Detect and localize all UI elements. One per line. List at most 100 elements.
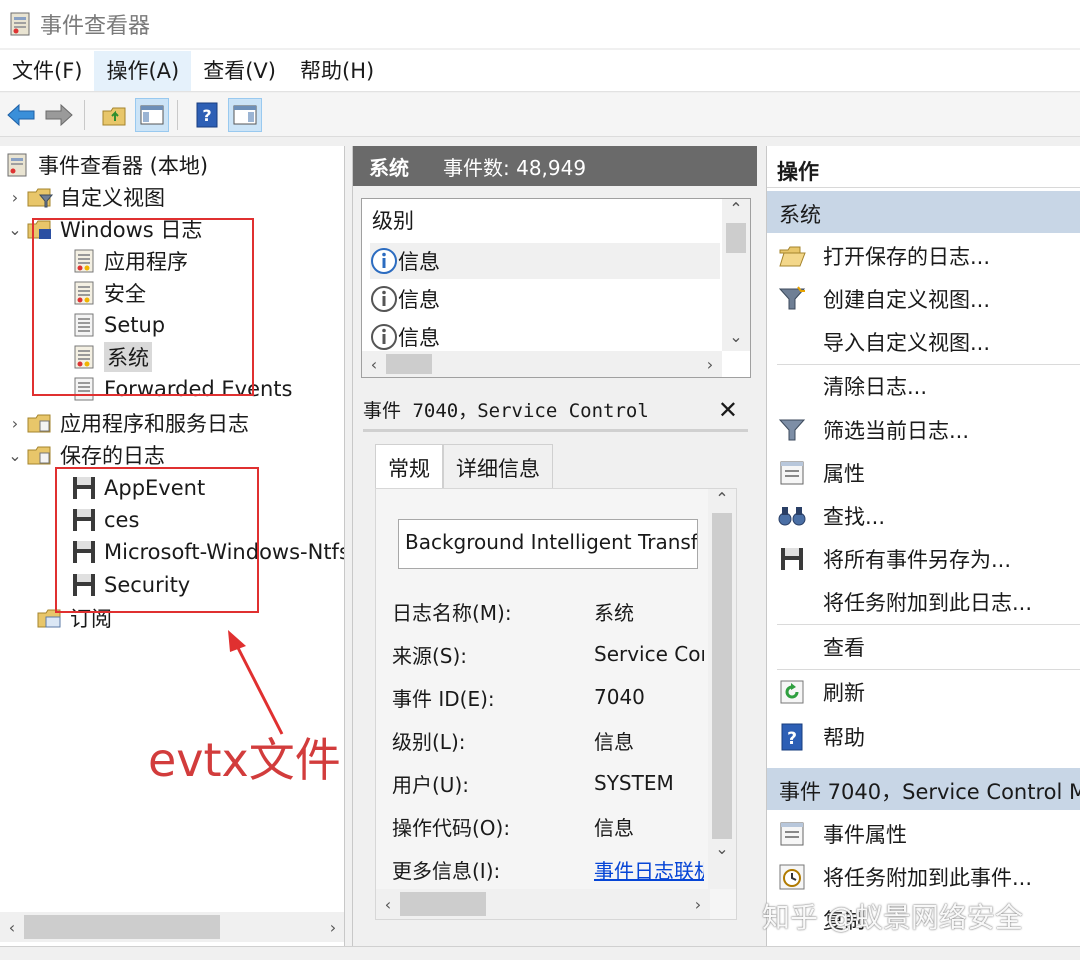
action-create-custom-view[interactable]: 创建自定义视图...: [777, 279, 1080, 319]
log-header: 系统 事件数: 48,949: [353, 146, 757, 186]
action-save-all-events[interactable]: 将所有事件另存为...: [777, 539, 1080, 579]
event-list-vertical-scrollbar[interactable]: ⌃ ⌄: [722, 199, 750, 351]
folder-up-icon: [102, 107, 126, 125]
action-event-properties[interactable]: 事件属性: [777, 814, 1080, 854]
menu-action[interactable]: 操作(A): [94, 50, 192, 91]
scroll-down-icon[interactable]: ⌄: [722, 327, 750, 351]
action-separator: [777, 669, 1080, 670]
close-icon[interactable]: ✕: [718, 396, 738, 424]
event-level: 信息: [398, 288, 440, 312]
actions-section-system[interactable]: 系统: [767, 191, 1080, 233]
tree-horizontal-scrollbar[interactable]: ‹ ›: [0, 912, 344, 942]
log-name: 系统: [369, 155, 409, 180]
event-viewer-app-icon: [10, 12, 30, 36]
event-row[interactable]: 信息: [370, 243, 720, 279]
scroll-right-icon[interactable]: ›: [698, 355, 722, 374]
menu-view[interactable]: 查看(V): [191, 51, 288, 91]
scroll-right-icon[interactable]: ›: [686, 895, 710, 914]
event-count: 事件数: 48,949: [443, 155, 587, 180]
actions-pane: 操作 系统 打开保存的日志... 创建自定义视图... 导入自定义视图... 清…: [766, 146, 1080, 946]
field-source: 来源(S): Service Control Manager: [392, 642, 704, 668]
tree-item-app-service-logs[interactable]: › 应用程序和服务日志: [4, 407, 249, 439]
properties-icon: [780, 461, 804, 485]
scrollbar-thumb[interactable]: [24, 915, 220, 939]
folder-filter-icon: [27, 188, 54, 208]
tree-item-custom-views[interactable]: › 自定义视图: [4, 181, 165, 213]
log-view-pane: 系统 事件数: 48,949 级别 信息 信息 信息 ⌃ ⌄ ‹ › 事件 70…: [352, 146, 757, 946]
console-tree-icon: [140, 105, 164, 124]
help-button[interactable]: ?: [190, 98, 224, 132]
show-hide-action-pane-button[interactable]: [228, 97, 262, 132]
online-help-link[interactable]: 事件日志联机帮助: [594, 855, 704, 884]
event-row[interactable]: 信息: [370, 319, 720, 355]
toolbar-separator: [177, 99, 178, 130]
forward-arrow-icon: [45, 103, 73, 126]
up-level-button[interactable]: [97, 98, 131, 132]
forward-button[interactable]: [42, 98, 76, 132]
scroll-up-icon[interactable]: ⌃: [722, 199, 750, 223]
refresh-icon: [780, 680, 804, 704]
event-level: 信息: [398, 326, 440, 350]
tab-general[interactable]: 常规: [375, 444, 443, 490]
scroll-right-icon[interactable]: ›: [321, 918, 344, 937]
back-button[interactable]: [4, 98, 38, 132]
scrollbar-thumb[interactable]: [386, 354, 432, 374]
event-row[interactable]: 信息: [370, 281, 720, 317]
action-import-custom-view[interactable]: 导入自定义视图...: [777, 322, 1080, 362]
annotation-box-windows-logs: [32, 218, 254, 396]
event-list: 级别 信息 信息 信息 ⌃ ⌄ ‹ ›: [361, 198, 751, 378]
event-detail-title: 事件 7040，Service Control: [363, 400, 649, 422]
tree-label: 保存的日志: [60, 444, 165, 468]
chevron-down-icon[interactable]: ⌄: [4, 446, 26, 465]
action-separator: [777, 364, 1080, 365]
event-list-horizontal-scrollbar[interactable]: ‹ ›: [362, 351, 722, 377]
chevron-down-icon[interactable]: ⌄: [4, 220, 26, 239]
tree-label: 事件查看器 (本地): [38, 154, 209, 178]
event-description[interactable]: Background Intelligent Transfer: [398, 519, 698, 569]
action-properties[interactable]: 属性: [777, 453, 1080, 493]
scrollbar-thumb[interactable]: [712, 513, 732, 839]
actions-title: 操作: [767, 150, 1080, 188]
info-icon: [371, 286, 397, 312]
tree-label: 应用程序和服务日志: [60, 412, 249, 436]
menu-file[interactable]: 文件(F): [0, 51, 94, 91]
scroll-up-icon[interactable]: ⌃: [708, 489, 736, 513]
action-attach-task-to-event[interactable]: 将任务附加到此事件...: [777, 857, 1080, 897]
action-clear-log[interactable]: 清除日志...: [777, 366, 1080, 406]
scroll-left-icon[interactable]: ‹: [0, 918, 24, 937]
scrollbar-thumb[interactable]: [726, 223, 746, 253]
action-find[interactable]: 查找...: [777, 496, 1080, 536]
properties-icon: [780, 822, 804, 846]
chevron-right-icon[interactable]: ›: [4, 414, 26, 433]
tree-item-root[interactable]: 事件查看器 (本地): [4, 149, 208, 181]
chevron-right-icon[interactable]: ›: [4, 188, 26, 207]
detail-tabs: 常规 详细信息: [375, 444, 553, 490]
actions-section-event[interactable]: 事件 7040，Service Control Manager: [767, 768, 1080, 810]
menu-help[interactable]: 帮助(H): [288, 51, 386, 91]
scrollbar-thumb[interactable]: [400, 892, 486, 916]
action-filter-current-log[interactable]: 筛选当前日志...: [777, 410, 1080, 450]
filter-create-icon: [778, 286, 806, 310]
scroll-left-icon[interactable]: ‹: [362, 355, 386, 374]
status-bar: [0, 946, 1080, 960]
show-hide-tree-button[interactable]: [135, 97, 169, 132]
detail-horizontal-scrollbar[interactable]: ‹ ›: [376, 889, 710, 919]
field-log-name: 日志名称(M): 系统: [392, 600, 634, 625]
binoculars-icon: [778, 507, 806, 526]
info-icon: [371, 324, 397, 350]
tab-details[interactable]: 详细信息: [443, 444, 553, 490]
svg-text:?: ?: [787, 729, 797, 749]
folder-open-icon: [779, 246, 806, 267]
detail-vertical-scrollbar[interactable]: ⌃ ⌄: [708, 489, 736, 889]
action-refresh[interactable]: 刷新: [777, 672, 1080, 712]
action-view[interactable]: 查看: [777, 627, 1080, 667]
scroll-down-icon[interactable]: ⌄: [708, 839, 736, 863]
filter-icon: [778, 419, 806, 441]
scroll-left-icon[interactable]: ‹: [376, 895, 400, 914]
action-open-saved-log[interactable]: 打开保存的日志...: [777, 236, 1080, 276]
column-header-level[interactable]: 级别: [372, 205, 414, 235]
action-help[interactable]: ? 帮助: [777, 717, 1080, 757]
toolbar: ?: [0, 93, 1080, 137]
action-attach-task-to-log[interactable]: 将任务附加到此日志...: [777, 582, 1080, 622]
menu-bar: 文件(F) 操作(A) 查看(V) 帮助(H): [0, 50, 1080, 92]
